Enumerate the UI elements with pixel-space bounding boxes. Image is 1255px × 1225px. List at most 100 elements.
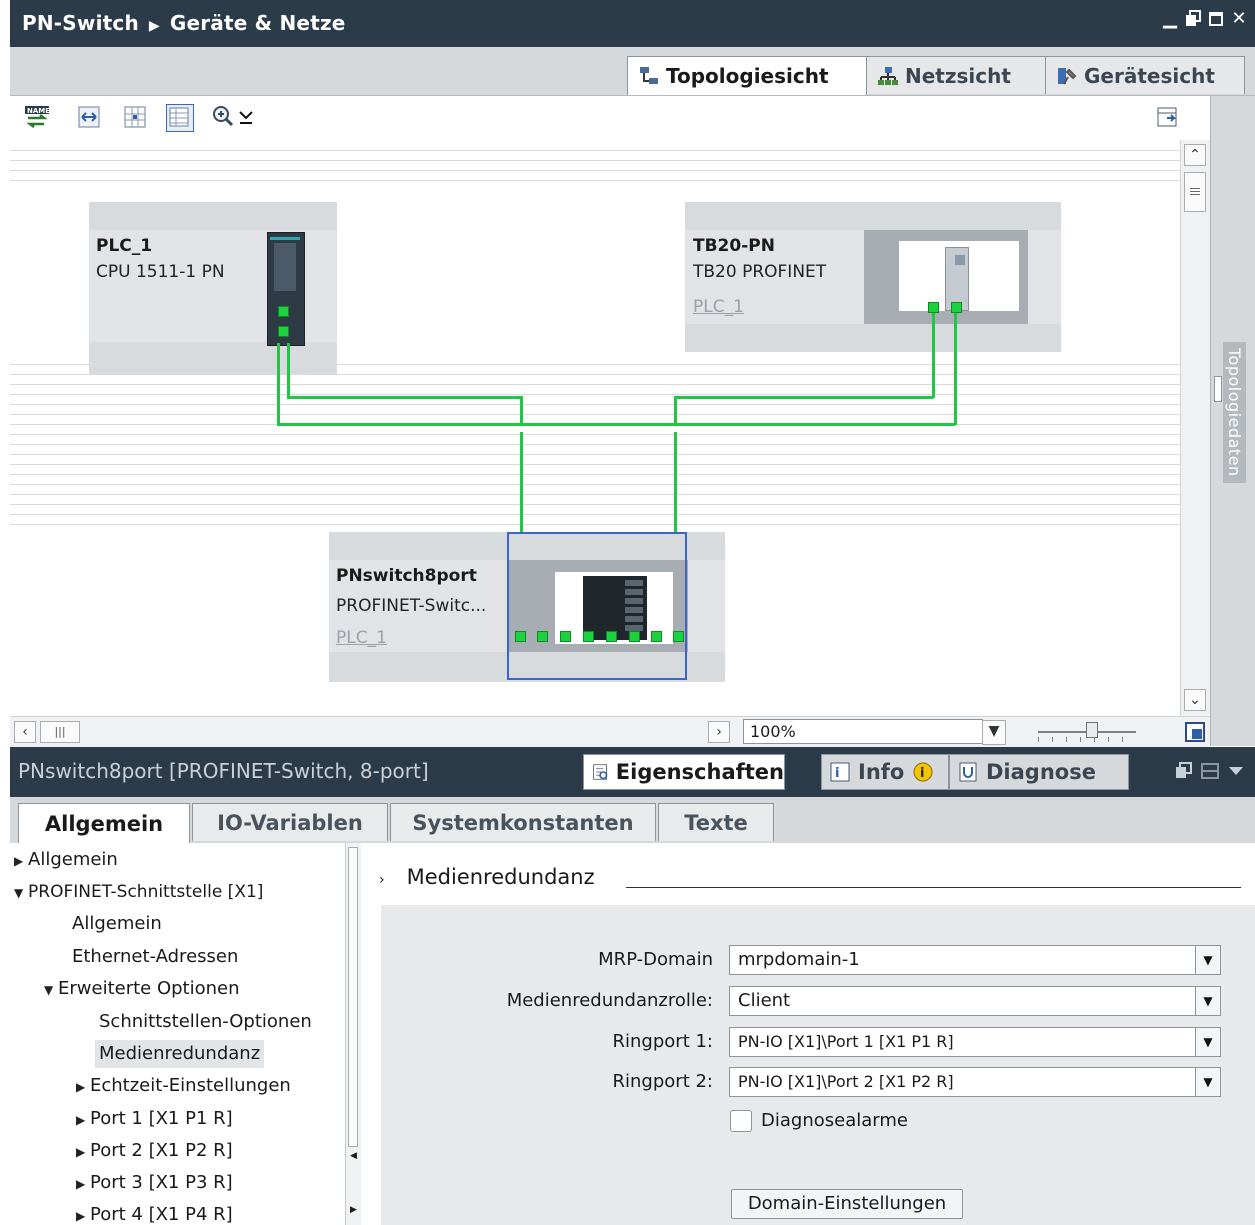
- zoom-level-field[interactable]: 100%: [743, 719, 983, 744]
- tb20-image: [899, 241, 1019, 311]
- nav-scroll-thumb[interactable]: [348, 847, 358, 1147]
- switch-port-6[interactable]: [629, 631, 640, 642]
- switch-port-4[interactable]: [583, 631, 594, 642]
- diagnostic-alarms-checkbox[interactable]: [730, 1110, 752, 1132]
- switch-port-5[interactable]: [606, 631, 617, 642]
- breadcrumb: PN-Switch ▶ Geräte & Netze: [22, 11, 346, 35]
- mrp-domain-select[interactable]: mrpdomain-1 ▼: [729, 945, 1221, 975]
- panel-collapse-icon[interactable]: [1214, 376, 1222, 402]
- nav-item-profinet-interface[interactable]: ▼ PROFINET-Schnittstelle [X1]: [14, 878, 263, 906]
- plc-port-1[interactable]: [278, 306, 289, 317]
- nav-item-port-4[interactable]: ▶ Port 4 [X1 P4 R]: [76, 1201, 233, 1225]
- info-warning-icon: i: [913, 762, 933, 782]
- nav-item-port-3[interactable]: ▶ Port 3 [X1 P3 R]: [76, 1169, 233, 1197]
- scroll-left-icon[interactable]: ‹: [14, 721, 36, 743]
- nav-item-interface-general[interactable]: Allgemein: [72, 910, 162, 938]
- nav-scroll-left-icon[interactable]: ◀: [350, 1151, 357, 1161]
- grid-view-icon[interactable]: [122, 104, 148, 130]
- expand-arrow-icon: ▶: [76, 1145, 86, 1159]
- ringport-1-select[interactable]: PN-IO [X1]\Port 1 [X1 P1 R] ▼: [729, 1027, 1221, 1057]
- nav-item-advanced-options[interactable]: ▼ Erweiterte Optionen: [44, 975, 240, 1003]
- expand-arrow-icon: ▶: [14, 854, 24, 868]
- switch-port-2[interactable]: [537, 631, 548, 642]
- scroll-down-icon[interactable]: ⌄: [1184, 689, 1206, 711]
- zoom-icon[interactable]: [210, 104, 258, 130]
- nav-item-port-2[interactable]: ▶ Port 2 [X1 P2 R]: [76, 1137, 233, 1165]
- scroll-right-icon[interactable]: ›: [708, 721, 730, 743]
- zoom-slider[interactable]: [1032, 720, 1142, 744]
- zoom-dropdown-icon[interactable]: ▼: [982, 720, 1006, 745]
- dropdown-arrow-icon[interactable]: ▼: [1195, 1028, 1220, 1056]
- redundancy-role-select[interactable]: Client ▼: [729, 986, 1221, 1016]
- switch-port-7[interactable]: [651, 631, 662, 642]
- nav-scrollbar[interactable]: ◀ ▶: [345, 843, 361, 1225]
- float-panel-icon[interactable]: [1175, 762, 1193, 780]
- tab-network-label: Netzsicht: [905, 63, 1011, 88]
- switch-type: PROFINET-Switc...: [336, 596, 487, 616]
- nav-item-general[interactable]: ▶ Allgemein: [14, 846, 118, 874]
- breadcrumb-project[interactable]: PN-Switch: [22, 11, 139, 35]
- dropdown-arrow-icon[interactable]: ▼: [1195, 987, 1220, 1015]
- tab-io-variables[interactable]: IO-Variablen: [192, 803, 388, 841]
- overview-navigator-icon[interactable]: [1184, 721, 1206, 743]
- panel-toggle-icon[interactable]: [1155, 104, 1181, 130]
- tab-device-view[interactable]: Gerätesicht: [1045, 56, 1245, 94]
- dropdown-arrow-icon[interactable]: ▼: [1195, 1068, 1220, 1096]
- tab-texts[interactable]: Texte: [658, 803, 774, 841]
- collapse-arrow-icon: ▼: [14, 886, 24, 900]
- switch-port-8[interactable]: [673, 631, 684, 642]
- window-controls: ▁ ✕: [1162, 10, 1247, 28]
- scroll-thumb[interactable]: [1184, 172, 1206, 212]
- nav-item-interface-options[interactable]: Schnittstellen-Optionen: [99, 1008, 312, 1036]
- tb20-port-1[interactable]: [928, 302, 939, 313]
- split-panel-icon[interactable]: [1201, 762, 1219, 780]
- collapse-panel-icon[interactable]: [1227, 762, 1245, 780]
- switch-port-3[interactable]: [560, 631, 571, 642]
- tab-device-label: Gerätesicht: [1084, 63, 1215, 88]
- properties-title: PNswitch8port [PROFINET-Switch, 8-port]: [18, 759, 429, 783]
- tab-info[interactable]: i Info i: [821, 754, 949, 790]
- minimize-icon[interactable]: ▁: [1162, 10, 1178, 28]
- tab-system-constants[interactable]: Systemkonstanten: [390, 803, 656, 841]
- properties-header: PNswitch8port [PROFINET-Switch, 8-port] …: [10, 747, 1255, 797]
- maximize-icon[interactable]: [1208, 10, 1224, 28]
- ringport-2-select[interactable]: PN-IO [X1]\Port 2 [X1 P2 R] ▼: [729, 1067, 1221, 1097]
- section-title[interactable]: › Medienredundanz: [379, 865, 595, 889]
- nav-scroll-right-icon[interactable]: ▶: [350, 1205, 357, 1215]
- table-view-icon[interactable]: [166, 104, 194, 132]
- breadcrumb-arrow-icon: ▶: [148, 18, 160, 34]
- editor-title-bar: PN-Switch ▶ Geräte & Netze ▁ ✕: [10, 0, 1255, 47]
- tab-properties[interactable]: Eigenschaften: [583, 754, 785, 790]
- tb20-port-2[interactable]: [951, 302, 962, 313]
- properties-navigation-tree: ▶ Allgemein ▼ PROFINET-Schnittstelle [X1] …: [10, 843, 361, 1225]
- close-icon[interactable]: ✕: [1231, 10, 1247, 28]
- name-assign-icon[interactable]: NAME: [24, 104, 50, 130]
- tb20-name: TB20-PN: [693, 236, 775, 256]
- tab-network-view[interactable]: Netzsicht: [866, 56, 1046, 94]
- properties-icon: [593, 764, 608, 780]
- topology-data-panel[interactable]: Topologiedaten: [1210, 96, 1255, 746]
- tab-topology-view[interactable]: Topologiesicht: [627, 56, 867, 95]
- domain-settings-button[interactable]: Domain-Einstellungen: [731, 1189, 963, 1219]
- nav-item-media-redundancy[interactable]: Medienredundanz: [95, 1040, 265, 1068]
- float-window-icon[interactable]: [1185, 10, 1201, 28]
- tb20-controller-link[interactable]: PLC_1: [693, 297, 744, 317]
- switch-port-1[interactable]: [515, 631, 526, 642]
- plc-port-2[interactable]: [278, 326, 289, 337]
- topology-canvas[interactable]: PLC_1 CPU 1511-1 PN TB20-PN TB20 PROFINE…: [10, 140, 1180, 714]
- nav-item-port-1[interactable]: ▶ Port 1 [X1 P1 R]: [76, 1105, 233, 1133]
- diagnostic-alarms-label: Diagnosealarme: [761, 1110, 908, 1131]
- tab-diagnosis[interactable]: Diagnose: [949, 754, 1129, 790]
- topology-data-label: Topologiedaten: [1223, 342, 1246, 483]
- hscroll-thumb[interactable]: |||: [40, 721, 80, 743]
- tab-general[interactable]: Allgemein: [18, 803, 190, 843]
- device-icon: [1058, 67, 1077, 84]
- canvas-vertical-scrollbar[interactable]: ⌃ ⌄: [1180, 140, 1211, 716]
- scroll-up-icon[interactable]: ⌃: [1184, 144, 1206, 166]
- nav-item-ethernet-addresses[interactable]: Ethernet-Adressen: [72, 943, 238, 971]
- nav-item-realtime-settings[interactable]: ▶ Echtzeit-Einstellungen: [76, 1072, 291, 1100]
- svg-text:NAME: NAME: [27, 107, 50, 115]
- switch-controller-link[interactable]: PLC_1: [336, 628, 387, 648]
- fit-width-icon[interactable]: [76, 104, 102, 130]
- dropdown-arrow-icon[interactable]: ▼: [1195, 946, 1220, 974]
